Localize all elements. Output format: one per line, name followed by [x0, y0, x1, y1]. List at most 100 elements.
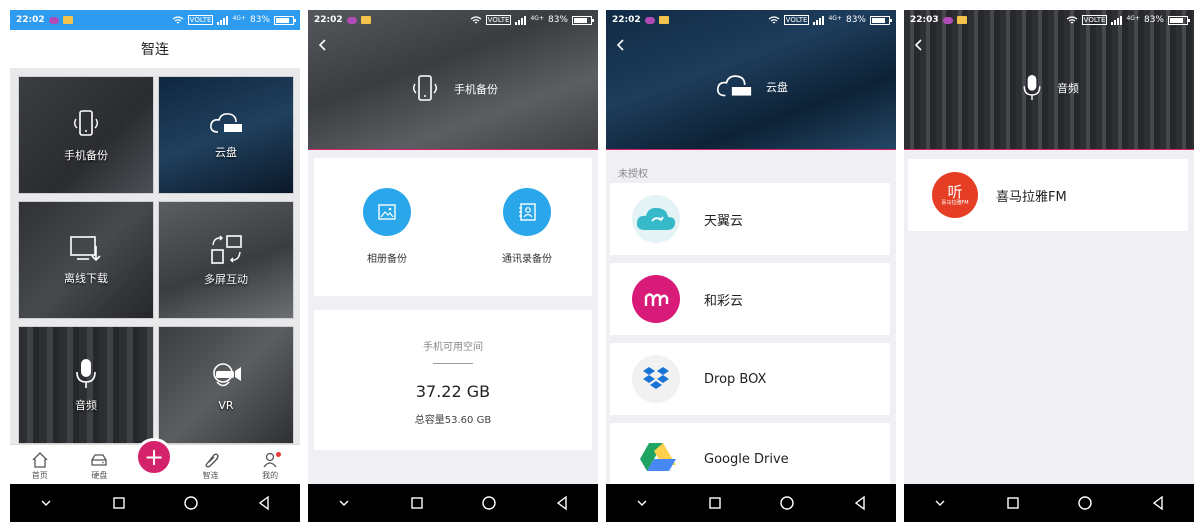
- backup-options-card: 相册备份 通讯录备份: [314, 158, 592, 296]
- system-nav-bar: [904, 484, 1194, 522]
- photo-backup-button[interactable]: 相册备份: [332, 188, 442, 265]
- tile-cloud-disk[interactable]: 云盘: [158, 76, 294, 194]
- header-title: 音频: [1057, 82, 1079, 95]
- tile-multi-screen[interactable]: 多屏互动: [158, 201, 294, 319]
- tile-label: VR: [218, 398, 234, 412]
- nav-home-button[interactable]: [469, 488, 509, 518]
- nav-home-button[interactable]: [767, 488, 807, 518]
- provider-item-hecaiyun[interactable]: 和彩云: [610, 263, 890, 335]
- status-bar: 22:02 VOLTE 4G+ 83%: [308, 10, 598, 30]
- tab-smartlink[interactable]: 智连: [187, 450, 235, 481]
- nav-collapse-button[interactable]: [324, 488, 364, 518]
- chevron-down-icon: [41, 500, 51, 506]
- header-title: 手机备份: [454, 83, 498, 96]
- battery-icon: [1168, 15, 1190, 25]
- phone-backup-icon: [74, 110, 98, 136]
- tile-label: 离线下载: [64, 272, 108, 285]
- home-screen: 22:02 VOLTE 4G+ 83% 智连 手机备份 云盘 离线下载 多屏互动…: [10, 10, 300, 522]
- tab-label: 首页: [31, 471, 48, 480]
- available-space-label: 手机可用空间: [423, 342, 483, 353]
- phone-backup-icon: [413, 75, 437, 101]
- tianyi-cloud-logo: [632, 195, 680, 243]
- audio-screen: 22:03 VOLTE 4G+ 83% 音频 听 喜马拉雅FM 喜马拉雅FM: [904, 10, 1194, 522]
- header-banner: 22:02 VOLTE 4G+ 83% 手机备份: [308, 10, 598, 150]
- volte-badge: VOLTE: [485, 15, 512, 25]
- contacts-backup-button[interactable]: 通讯录备份: [472, 188, 582, 265]
- square-icon: [113, 497, 125, 509]
- wifi-icon: [172, 15, 184, 23]
- cloud-sync-icon: [636, 207, 676, 230]
- nav-recents-button[interactable]: [993, 488, 1033, 518]
- tab-label: 智连: [202, 471, 219, 480]
- nav-recents-button[interactable]: [99, 488, 139, 518]
- volte-badge: VOLTE: [783, 15, 810, 25]
- add-button[interactable]: +: [135, 438, 173, 476]
- chevron-down-icon: [637, 500, 647, 506]
- circle-icon: [780, 496, 794, 510]
- nav-back-button[interactable]: [1138, 488, 1178, 518]
- provider-name: Google Drive: [704, 451, 789, 467]
- phone-backup-screen: 22:02 VOLTE 4G+ 83% 手机备份 相册备份 通讯录备份 手机可用…: [308, 10, 598, 522]
- provider-item-tianyi[interactable]: 天翼云: [610, 183, 890, 255]
- network-type: 4G+: [1126, 15, 1140, 22]
- photo-backup-label: 相册备份: [367, 254, 407, 265]
- header-title-group: 云盘: [606, 72, 896, 102]
- triangle-back-icon: [258, 495, 269, 511]
- nav-collapse-button[interactable]: [920, 488, 960, 518]
- status-time: 22:02: [314, 15, 343, 25]
- dropbox-icon: [643, 367, 669, 389]
- tile-offline-download[interactable]: 离线下载: [18, 201, 154, 319]
- nav-recents-button[interactable]: [397, 488, 437, 518]
- storage-card: 手机可用空间 37.22 GB 总容量53.60 GB: [314, 310, 592, 450]
- tab-home[interactable]: 首页: [16, 450, 64, 481]
- nav-collapse-button[interactable]: [26, 488, 66, 518]
- battery-icon: [870, 15, 892, 25]
- back-arrow-icon[interactable]: [316, 38, 330, 52]
- network-type: 4G+: [530, 15, 544, 22]
- notification-icon: [346, 16, 357, 24]
- contacts-icon-circle: [503, 188, 551, 236]
- audio-item-ximalaya[interactable]: 听 喜马拉雅FM 喜马拉雅FM: [908, 159, 1188, 231]
- nav-recents-button[interactable]: [695, 488, 735, 518]
- nav-home-button[interactable]: [171, 488, 211, 518]
- contacts-backup-label: 通讯录备份: [502, 254, 552, 265]
- microphone-icon: [76, 359, 96, 388]
- section-label-unauthorized: 未授权: [618, 169, 648, 180]
- back-arrow-icon[interactable]: [912, 38, 926, 52]
- tile-audio[interactable]: 音频: [18, 326, 154, 444]
- circle-icon: [482, 496, 496, 510]
- tile-vr[interactable]: VR: [158, 326, 294, 444]
- tab-disk[interactable]: 硬盘: [75, 450, 123, 481]
- tile-label: 多屏互动: [204, 273, 248, 286]
- tile-label: 手机备份: [64, 149, 108, 162]
- available-space-value: 37.22 GB: [415, 382, 491, 401]
- provider-name: Drop BOX: [704, 371, 767, 387]
- cloud-disk-icon: [716, 75, 752, 97]
- nav-home-button[interactable]: [1065, 488, 1105, 518]
- nav-collapse-button[interactable]: [622, 488, 662, 518]
- nav-back-button[interactable]: [244, 488, 284, 518]
- triangle-back-icon: [1152, 495, 1163, 511]
- tab-me[interactable]: 我的: [246, 450, 294, 481]
- tab-label: 我的: [262, 471, 279, 480]
- battery-percent: 83%: [845, 15, 866, 25]
- link-icon: [204, 453, 219, 468]
- tile-phone-backup[interactable]: 手机备份: [18, 76, 154, 194]
- network-type: 4G+: [232, 15, 246, 22]
- download-screen-icon: [70, 236, 101, 262]
- status-bar: 22:02 VOLTE 4G+ 83%: [10, 10, 300, 30]
- nav-back-button[interactable]: [840, 488, 880, 518]
- nav-back-button[interactable]: [542, 488, 582, 518]
- provider-item-dropbox[interactable]: Drop BOX: [610, 343, 890, 415]
- wifi-icon: [470, 15, 482, 23]
- notification-dot: [276, 452, 282, 457]
- signal-icon: [217, 15, 229, 25]
- contacts-icon: [519, 203, 536, 221]
- signal-icon: [1111, 15, 1123, 25]
- back-arrow-icon[interactable]: [614, 38, 628, 52]
- tab-label: 硬盘: [91, 471, 108, 480]
- network-type: 4G+: [828, 15, 842, 22]
- signal-icon: [515, 15, 527, 25]
- header-banner: 22:03 VOLTE 4G+ 83% 音频: [904, 10, 1194, 150]
- battery-percent: 83%: [249, 15, 270, 25]
